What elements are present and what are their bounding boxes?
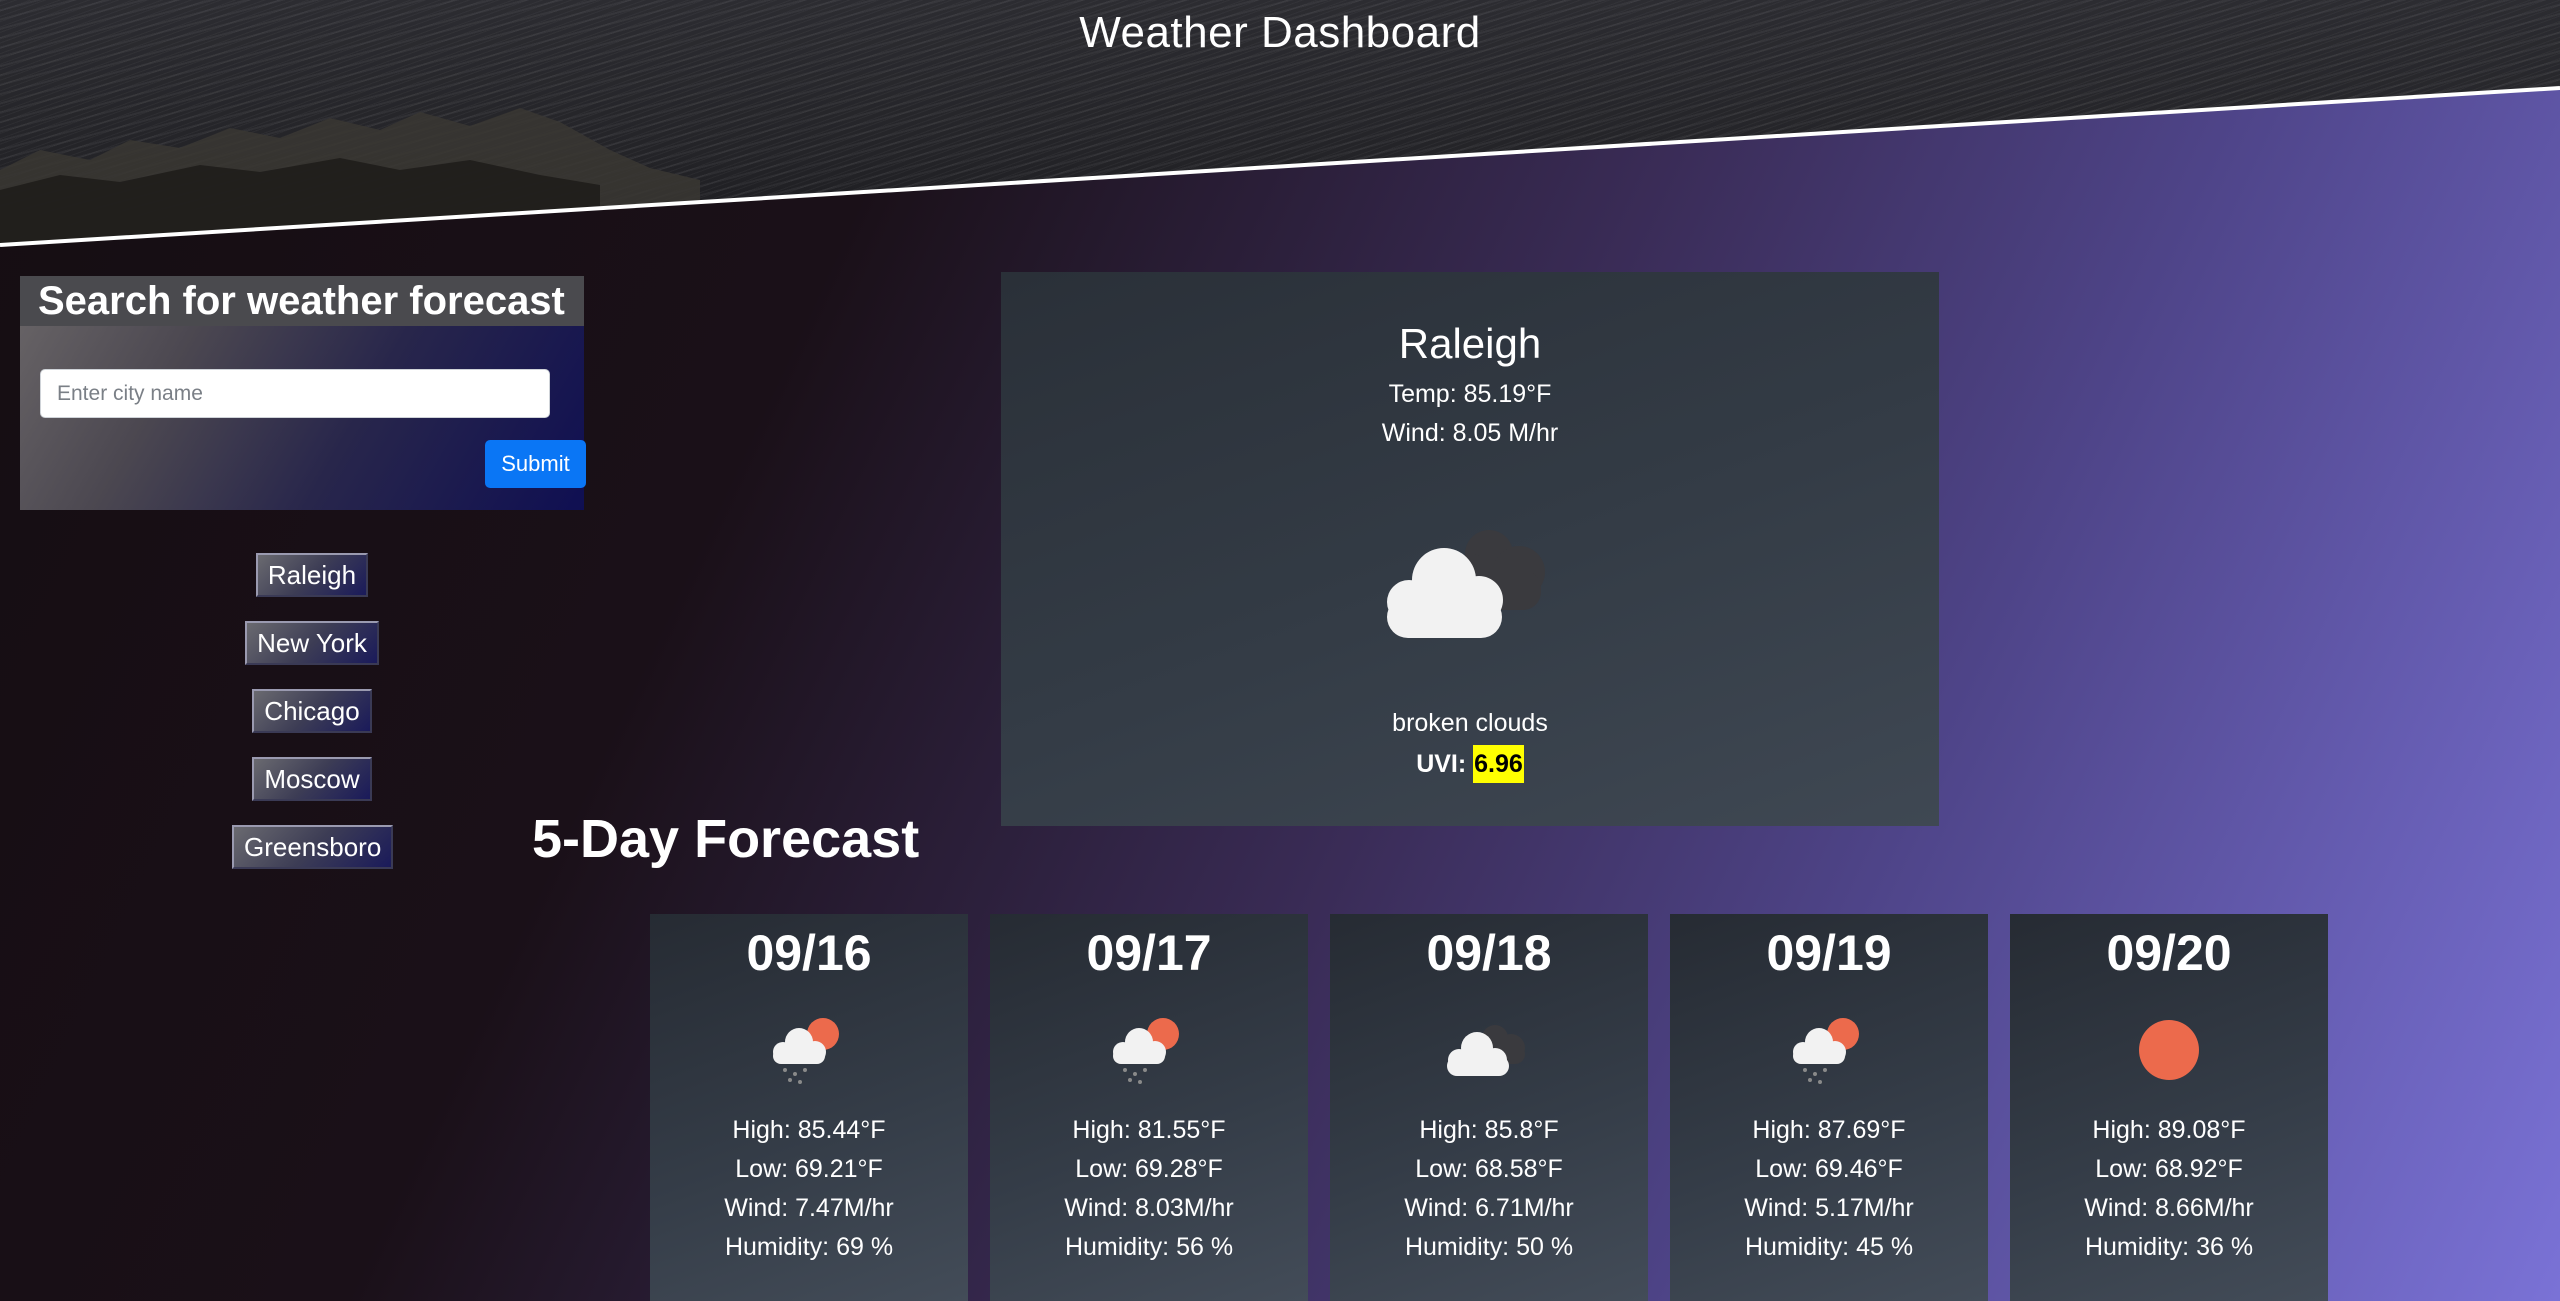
current-description: broken clouds	[1392, 709, 1548, 737]
forecast-card: 09/17 High: 81.55°F Low: 69.28°F Wind: 8…	[990, 914, 1308, 1301]
rain-sun-icon	[1793, 1018, 1859, 1084]
search-history-list: Raleigh New York Chicago Moscow Greensbo…	[232, 553, 394, 893]
current-temp: Temp: 85.19°F	[1388, 380, 1552, 408]
rain-sun-icon	[773, 1018, 839, 1084]
page-title: Weather Dashboard	[1079, 8, 1481, 57]
forecast-wind: Wind: 8.66M/hr	[2084, 1194, 2254, 1222]
uvi-badge: 6.96	[1473, 745, 1524, 783]
forecast-high: High: 85.44°F	[732, 1116, 886, 1144]
city-search-input[interactable]	[40, 369, 550, 418]
forecast-wind: Wind: 5.17M/hr	[1744, 1194, 1914, 1222]
rain-sun-icon	[1113, 1018, 1179, 1084]
forecast-wind: Wind: 6.71M/hr	[1404, 1194, 1574, 1222]
forecast-humidity: Humidity: 69 %	[724, 1233, 894, 1261]
forecast-card: 09/16 High: 85.44°F Low: 69.21°F Wind: 7…	[650, 914, 968, 1301]
forecast-high: High: 89.08°F	[2092, 1116, 2246, 1144]
forecast-humidity: Humidity: 45 %	[1744, 1233, 1914, 1261]
clear-sun-icon	[2139, 1020, 2199, 1080]
history-button-new-york[interactable]: New York	[245, 621, 379, 665]
forecast-low: Low: 69.46°F	[1755, 1155, 1903, 1183]
current-weather-card: Raleigh Temp: 85.19°F Wind: 8.05 M/hr br…	[1001, 272, 1939, 826]
forecast-date: 09/19	[1766, 925, 1892, 981]
forecast-low: Low: 69.21°F	[735, 1155, 883, 1183]
forecast-low: Low: 68.92°F	[2095, 1155, 2243, 1183]
forecast-high: High: 87.69°F	[1752, 1116, 1906, 1144]
forecast-card: 09/20 High: 89.08°F Low: 68.92°F Wind: 8…	[2010, 914, 2328, 1301]
forecast-date: 09/18	[1426, 925, 1552, 981]
uvi-label: UVI:	[1416, 750, 1467, 778]
forecast-title: 5-Day Forecast	[532, 809, 920, 869]
forecast-date: 09/17	[1086, 925, 1212, 981]
forecast-wind: Wind: 8.03M/hr	[1064, 1194, 1234, 1222]
forecast-low: Low: 68.58°F	[1415, 1155, 1563, 1183]
current-wind: Wind: 8.05 M/hr	[1381, 419, 1559, 447]
forecast-card: 09/19 High: 87.69°F Low: 69.46°F Wind: 5…	[1670, 914, 1988, 1301]
search-heading: Search for weather forecast	[20, 276, 584, 326]
broken-clouds-icon	[1387, 530, 1545, 638]
search-panel: Search for weather forecast Submit	[20, 276, 586, 510]
uvi-row: UVI: 6.96	[1001, 745, 1939, 783]
broken-clouds-icon	[1447, 1025, 1525, 1076]
forecast-humidity: Humidity: 56 %	[1064, 1233, 1234, 1261]
forecast-high: High: 81.55°F	[1072, 1116, 1226, 1144]
history-button-chicago[interactable]: Chicago	[252, 689, 372, 733]
history-button-moscow[interactable]: Moscow	[252, 757, 372, 801]
forecast-date: 09/20	[2106, 925, 2232, 981]
current-city: Raleigh	[1398, 320, 1542, 367]
forecast-card: 09/18 High: 85.8°F Low: 68.58°F Wind: 6.…	[1330, 914, 1648, 1301]
forecast-low: Low: 69.28°F	[1075, 1155, 1223, 1183]
forecast-humidity: Humidity: 36 %	[2084, 1233, 2254, 1261]
forecast-date: 09/16	[746, 925, 872, 981]
submit-button[interactable]: Submit	[485, 440, 586, 488]
forecast-wind: Wind: 7.47M/hr	[724, 1194, 894, 1222]
forecast-high: High: 85.8°F	[1419, 1116, 1559, 1144]
forecast-humidity: Humidity: 50 %	[1404, 1233, 1574, 1261]
history-button-greensboro[interactable]: Greensboro	[232, 825, 394, 869]
history-button-raleigh[interactable]: Raleigh	[255, 553, 369, 597]
